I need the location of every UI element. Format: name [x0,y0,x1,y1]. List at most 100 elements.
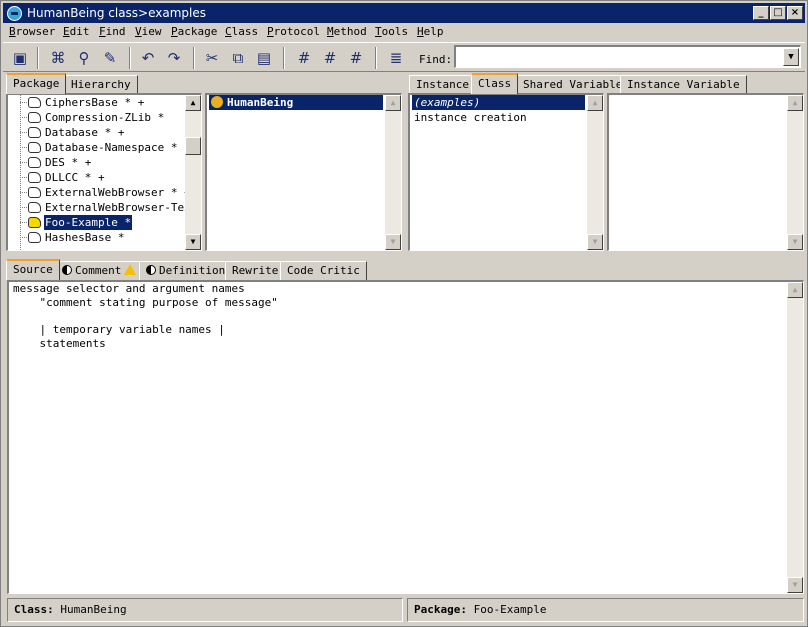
method-list[interactable]: ▲ ▼ [607,93,804,251]
scroll-up-arrow[interactable]: ▲ [787,282,803,298]
search-senders-icon[interactable]: # [293,47,315,69]
menu-browser[interactable]: Browser [9,25,55,38]
tab-rewrite[interactable]: Rewrite [225,261,286,280]
protocol-list[interactable]: (examples) instance creation ▲ ▼ [408,93,604,251]
maximize-button[interactable]: □ [770,6,786,20]
editor-scrollbar[interactable]: ▲ ▼ [787,282,803,593]
binoculars-icon[interactable]: ⌘ [47,47,69,69]
close-button[interactable]: × [787,6,803,20]
package-icon [28,172,41,183]
list-item[interactable]: (examples) [412,95,585,110]
tree-item-label: ExternalWebBrowser-Text [45,201,198,214]
scroll-up-arrow[interactable]: ▲ [787,95,803,111]
tree-item[interactable]: HashesBase * [8,230,184,245]
definition-status-icon [146,265,156,275]
menu-view[interactable]: View [135,25,162,38]
tab-hierarchy[interactable]: Hierarchy [64,75,138,94]
code-line: "comment stating purpose of message" [13,296,278,309]
tree-item[interactable]: ExternalWebBrowser-Text [8,200,197,215]
undo-icon[interactable]: ↶ [137,47,159,69]
tree-item-label: DLLCC * + [45,171,105,184]
menu-edit[interactable]: Edit [63,25,90,38]
scroll-up-arrow[interactable]: ▲ [385,95,401,111]
tab-shared-variable[interactable]: Shared Variable [516,75,630,94]
find-label: Find: [419,53,453,66]
package-icon [28,127,41,138]
status-package: Package: Foo-Example [407,598,804,622]
list-item[interactable]: instance creation [412,110,585,125]
tree-item[interactable]: DLLCC * + [8,170,184,185]
package-tree[interactable]: CiphersBase * + Compression-ZLib * Databas… [6,93,202,251]
package-icon [28,157,41,168]
tab-definition[interactable]: Definition [139,261,233,280]
format-icon[interactable]: ≣ [385,47,407,69]
toolbar-separator [283,47,285,69]
tab-class[interactable]: Class [471,73,519,94]
title-bar[interactable]: HumanBeing class>examples _ □ × [3,3,805,23]
tab-instance-variable[interactable]: Instance Variable [620,75,747,94]
scroll-up-arrow[interactable]: ▲ [587,95,603,111]
package-icon [28,217,41,228]
scroll-down-arrow[interactable]: ▼ [787,234,803,250]
scroll-down-arrow[interactable]: ▼ [787,577,803,593]
tree-item-label: CiphersBase * + [45,96,145,109]
warning-icon [124,264,137,275]
tab-instance[interactable]: Instance [409,75,476,94]
package-scrollbar[interactable]: ▲ ▼ [185,95,201,250]
protocol-scrollbar[interactable]: ▲ ▼ [587,95,603,250]
toolbar-separator [375,47,377,69]
app-icon [7,6,22,21]
menu-tools[interactable]: Tools [375,25,408,38]
search-references-icon[interactable]: # [345,47,367,69]
tree-item[interactable]: Database-Namespace * [8,140,184,155]
paste-icon[interactable]: ▤ [253,47,275,69]
scroll-down-arrow[interactable]: ▼ [587,234,603,250]
tree-item[interactable]: Compression-ZLib * [8,110,184,125]
tab-code-critic[interactable]: Code Critic [280,261,367,280]
minimize-button[interactable]: _ [753,6,769,20]
tree-item[interactable]: Foo-Example * [8,215,184,230]
find-class-icon[interactable]: ⚲ [73,47,95,69]
tree-item[interactable]: ExternalWebBrowser * + [8,185,191,200]
find-input[interactable]: ▼ [454,45,801,68]
find-method-icon[interactable]: ✎ [99,47,121,69]
class-icon [211,96,223,108]
chevron-down-icon[interactable]: ▼ [783,48,799,66]
package-icon [28,112,41,123]
menu-protocol[interactable]: Protocol [267,25,320,38]
source-editor[interactable]: message selector and argument names "com… [7,280,804,594]
tree-item-label: Database-Namespace * [45,141,178,154]
browser-icon[interactable]: ▣ [9,47,31,69]
status-package-label: Package: [414,603,467,616]
tree-item-label: DES * + [45,156,92,169]
tab-package[interactable]: Package [6,73,67,94]
method-scrollbar[interactable]: ▲ ▼ [787,95,803,250]
tree-item[interactable]: DES * + [8,155,184,170]
menu-method[interactable]: Method [327,25,367,38]
redo-icon[interactable]: ↷ [163,47,185,69]
package-icon [28,97,41,108]
toolbar-separator [193,47,195,69]
menu-package[interactable]: Package [171,25,217,38]
list-item[interactable]: HumanBeing [209,95,383,110]
tree-item[interactable]: Database * + [8,125,184,140]
scroll-down-arrow[interactable]: ▼ [185,234,201,250]
search-implementors-icon[interactable]: # [319,47,341,69]
scroll-thumb[interactable] [185,137,201,155]
menu-bar: Browser Edit Find View Package Class Pro… [3,23,805,41]
class-scrollbar[interactable]: ▲ ▼ [385,95,401,250]
scroll-down-arrow[interactable]: ▼ [385,234,401,250]
scroll-up-arrow[interactable]: ▲ [185,95,201,111]
tree-item-label: HashesBase * [45,231,125,244]
class-list[interactable]: HumanBeing ▲ ▼ [205,93,402,251]
menu-class[interactable]: Class [225,25,258,38]
cut-icon[interactable]: ✂ [201,47,223,69]
tree-item[interactable]: CiphersBase * + [8,95,184,110]
copy-icon[interactable]: ⧉ [227,47,249,69]
menu-help[interactable]: Help [417,25,444,38]
tab-source[interactable]: Source [6,259,60,280]
tab-comment[interactable]: Comment [55,261,144,280]
toolbar-separator [129,47,131,69]
menu-find[interactable]: Find [99,25,126,38]
status-package-value: Foo-Example [473,603,547,616]
